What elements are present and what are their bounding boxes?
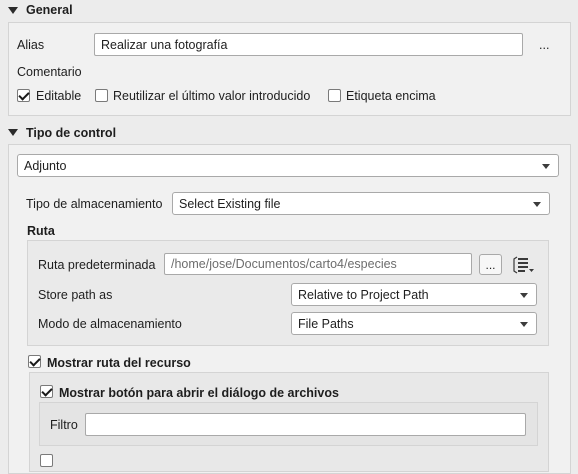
store-path-label: Store path as — [38, 288, 113, 302]
browse-button[interactable]: ... — [479, 254, 502, 275]
filter-label: Filtro — [50, 418, 78, 432]
storage-mode-value: File Paths — [298, 316, 354, 331]
reuse-last-value-checkbox[interactable] — [95, 89, 108, 102]
general-section-title: General — [26, 3, 73, 17]
label-on-top-checkbox[interactable] — [328, 89, 341, 102]
show-path-label: Mostrar ruta del recurso — [47, 356, 191, 370]
widget-type-combo[interactable]: Adjunto — [17, 154, 559, 177]
filter-input[interactable] — [85, 413, 526, 436]
editable-checkbox[interactable] — [17, 89, 30, 102]
widget-type-section-title: Tipo de control — [26, 126, 117, 140]
chevron-down-icon — [542, 163, 550, 169]
editable-label: Editable — [36, 89, 82, 103]
storage-mode-label: Modo de almacenamiento — [38, 317, 182, 331]
storage-type-combo[interactable]: Select Existing file — [172, 192, 550, 215]
label-on-top-label: Etiqueta encima — [346, 89, 436, 103]
chevron-down-icon — [520, 292, 528, 298]
alias-input[interactable]: Realizar una fotografía — [94, 33, 523, 56]
default-path-input[interactable]: /home/jose/Documentos/carto4/especies — [164, 253, 472, 275]
widget-type-value: Adjunto — [24, 158, 67, 173]
path-section-title: Ruta — [27, 224, 55, 238]
reuse-last-value-label: Reutilizar el último valor introducido — [113, 89, 311, 103]
show-open-dialog-checkbox[interactable] — [40, 385, 53, 398]
storage-mode-combo[interactable]: File Paths — [291, 312, 537, 335]
collapse-general-icon[interactable] — [8, 7, 18, 14]
store-path-value: Relative to Project Path — [298, 287, 429, 302]
chevron-down-icon — [533, 201, 541, 207]
chevron-down-icon — [520, 321, 528, 327]
data-defined-override-icon[interactable] — [511, 255, 535, 275]
collapse-widget-type-icon[interactable] — [8, 129, 18, 136]
alias-label: Alias — [17, 38, 45, 52]
show-path-checkbox[interactable] — [28, 355, 41, 368]
default-path-label: Ruta predeterminada — [38, 258, 156, 272]
store-path-combo[interactable]: Relative to Project Path — [291, 283, 537, 306]
comment-label: Comentario — [17, 65, 82, 79]
alias-expression-menu-button[interactable]: ... — [539, 38, 549, 52]
show-open-dialog-label: Mostrar botón para abrir el diálogo de a… — [59, 386, 339, 400]
storage-type-value: Select Existing file — [179, 196, 281, 211]
storage-type-label: Tipo de almacenamiento — [26, 197, 163, 211]
